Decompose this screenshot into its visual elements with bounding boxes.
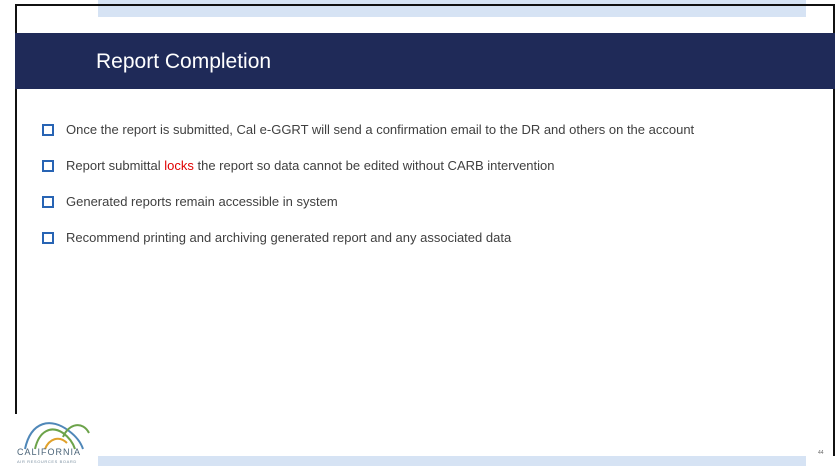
- square-bullet-icon: [42, 124, 54, 136]
- square-bullet-icon: [42, 196, 54, 208]
- logo-subtitle: AIR RESOURCES BOARD: [17, 459, 77, 464]
- square-bullet-icon: [42, 160, 54, 172]
- bullet-item-2: Report submittal locks the report so dat…: [42, 157, 802, 174]
- bullet-text-4: Recommend printing and archiving generat…: [66, 229, 796, 246]
- page-number: 44: [818, 450, 824, 456]
- bullet-text-1: Once the report is submitted, Cal e-GGRT…: [66, 121, 796, 138]
- slide-title: Report Completion: [96, 50, 272, 73]
- top-rule: [15, 4, 835, 6]
- bullet-text-3-before: Generated reports remain accessible in s…: [66, 194, 338, 209]
- top-accent-bar: [98, 0, 806, 17]
- bullet-text-2-after: the report so data cannot be edited with…: [193, 158, 555, 173]
- logo-word: CALIFORNIA: [17, 447, 82, 457]
- bullet-item-3: Generated reports remain accessible in s…: [42, 193, 802, 210]
- bullet-item-1: Once the report is submitted, Cal e-GGRT…: [42, 121, 802, 138]
- california-air-resources-board-logo: CALIFORNIA AIR RESOURCES BOARD: [15, 413, 95, 466]
- bullet-list: Once the report is submitted, Cal e-GGRT…: [42, 121, 802, 265]
- bullet-text-2-before: Report submittal: [66, 158, 165, 173]
- slide-frame: Report Completion Once the report is sub…: [0, 0, 838, 466]
- bullet-item-4: Recommend printing and archiving generat…: [42, 229, 802, 246]
- bottom-accent-bar: [98, 456, 806, 466]
- bullet-text-3: Generated reports remain accessible in s…: [66, 193, 796, 210]
- bullet-text-1-before: Once the report is submitted, Cal e-GGRT…: [66, 122, 695, 137]
- square-bullet-icon: [42, 232, 54, 244]
- bullet-text-4-before: Recommend printing and archiving generat…: [66, 230, 512, 245]
- bullet-text-2-highlight: locks: [164, 158, 194, 173]
- bullet-text-2: Report submittal locks the report so dat…: [66, 157, 796, 174]
